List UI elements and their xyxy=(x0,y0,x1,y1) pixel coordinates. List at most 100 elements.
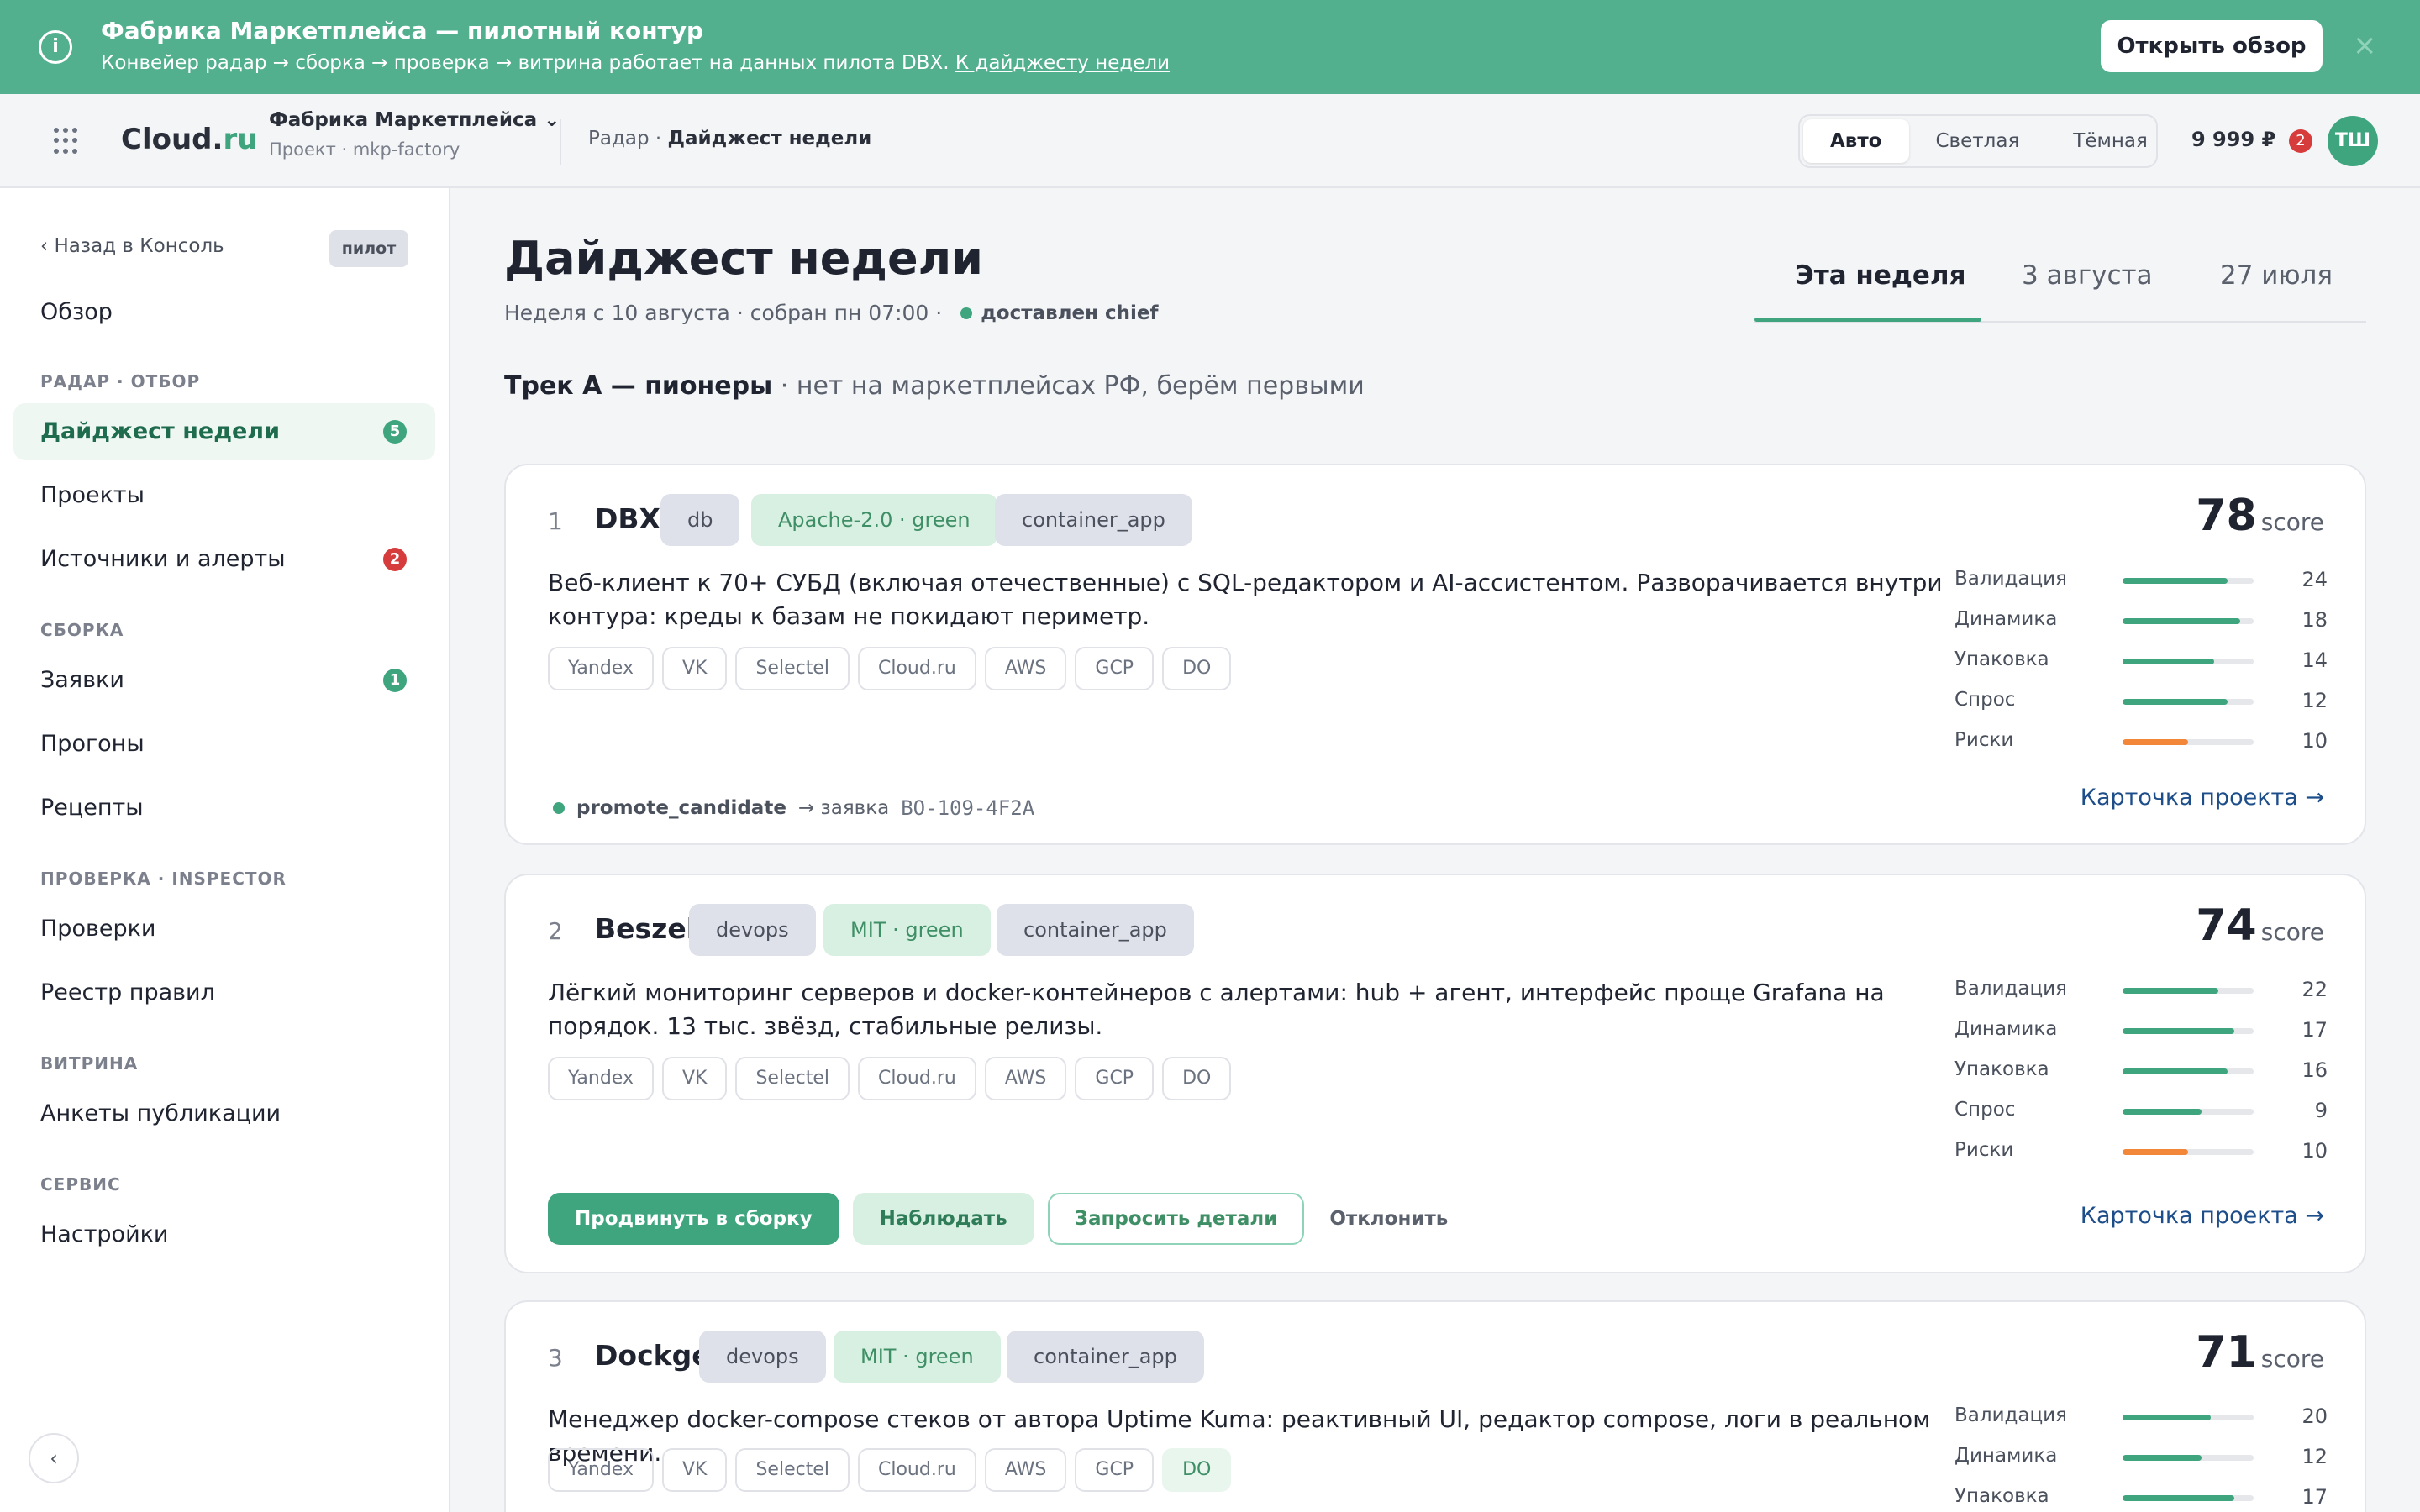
tab-aug-3[interactable]: 3 августа xyxy=(2022,260,2153,291)
banner-title: Фабрика Маркетплейса — пилотный контур xyxy=(101,17,704,45)
status-dot-icon xyxy=(960,307,973,319)
reject-button[interactable]: Отклонить xyxy=(1318,1193,1460,1245)
breadcrumb-current: Дайджест недели xyxy=(667,128,872,150)
project-card-link[interactable]: Карточка проекта → xyxy=(2081,1203,2324,1229)
tab-jul-27[interactable]: 27 июля xyxy=(2220,260,2333,291)
metric-bar-fill xyxy=(2123,1495,2234,1501)
watch-button[interactable]: Наблюдать xyxy=(852,1193,1034,1245)
score-label: score xyxy=(2260,1345,2324,1373)
active-tab-indicator xyxy=(1754,318,1981,322)
open-overview-button[interactable]: Открыть обзор xyxy=(2101,20,2323,72)
metric-bar-fill xyxy=(2123,1149,2188,1155)
score-metric: Упаковка 14 xyxy=(1954,643,2328,684)
apps-grid-icon[interactable] xyxy=(54,128,81,155)
score-breakdown: Валидация 22 Динамика 17 Упаковка 16 Спрос 9 Рис… xyxy=(1954,973,2328,1174)
metric-value: 17 xyxy=(2302,1018,2328,1042)
metric-bar-fill xyxy=(2123,739,2188,745)
tag-license: MIT · green xyxy=(834,1331,1001,1383)
metric-value: 10 xyxy=(2302,1139,2328,1163)
cloud-chip: Yandex xyxy=(548,1057,654,1100)
metric-bar xyxy=(2123,1495,2254,1501)
sidebar-item-settings[interactable]: Настройки xyxy=(13,1206,435,1263)
sidebar-item-label: Прогоны xyxy=(40,731,145,757)
sidebar-item-label: Заявки xyxy=(40,667,124,693)
sidebar-item-digest[interactable]: Дайджест недели 5 xyxy=(13,403,435,460)
pilot-badge: пилот xyxy=(329,230,408,267)
score-label: score xyxy=(2260,918,2324,946)
project-name[interactable]: DBX xyxy=(595,502,660,535)
sidebar-item-runs[interactable]: Прогоны xyxy=(13,716,435,773)
theme-dark[interactable]: Тёмная xyxy=(2046,119,2175,163)
sidebar-item-rules[interactable]: Реестр правил xyxy=(13,964,435,1021)
cloud-chip: VK xyxy=(661,1057,728,1100)
tag-license: MIT · green xyxy=(823,904,991,956)
section-build: СБОРКА xyxy=(40,620,124,640)
score-metric: Валидация 24 xyxy=(1954,563,2328,603)
sidebar-item-label: Дайджест недели xyxy=(40,418,281,444)
cloud-chip: GCP xyxy=(1075,1057,1155,1100)
project-name[interactable]: Dockge xyxy=(595,1339,711,1372)
pilot-banner: i Фабрика Маркетплейса — пилотный контур… xyxy=(0,0,2420,94)
sidebar-item-requests[interactable]: Заявки 1 xyxy=(13,652,435,709)
avatar[interactable]: ТШ xyxy=(2328,116,2378,166)
breadcrumb-parent[interactable]: Радар · xyxy=(588,128,668,150)
sidebar-item-forms[interactable]: Анкеты публикации xyxy=(13,1085,435,1142)
digest-link[interactable]: К дайджесту недели xyxy=(955,52,1170,74)
metric-bar xyxy=(2123,1455,2254,1461)
cloud-chip: Selectel xyxy=(735,647,850,690)
cloud-chip: Selectel xyxy=(735,1057,850,1100)
notification-badge[interactable]: 2 xyxy=(2289,129,2312,153)
close-icon[interactable]: × xyxy=(2353,29,2377,62)
metric-value: 14 xyxy=(2302,648,2328,672)
metric-bar-fill xyxy=(2123,659,2215,664)
score-breakdown: Валидация 24 Динамика 18 Упаковка 14 Спрос 12 Ри… xyxy=(1954,563,2328,764)
sidebar-item-projects[interactable]: Проекты xyxy=(13,467,435,524)
cloud-chip: GCP xyxy=(1075,1448,1155,1492)
score-metric: Риски 10 xyxy=(1954,724,2328,764)
sidebar-item-recipes[interactable]: Рецепты xyxy=(13,780,435,837)
section-check: ПРОВЕРКА · INSPECTOR xyxy=(40,869,287,889)
metric-value: 12 xyxy=(2302,689,2328,712)
status-arrow: → заявка xyxy=(797,797,890,819)
score-metric: Упаковка 17 xyxy=(1954,1480,2328,1512)
breadcrumb: Радар · Дайджест недели xyxy=(588,128,871,150)
request-id[interactable]: BO-109-4F2A xyxy=(901,796,1034,820)
tab-this-week[interactable]: Эта неделя xyxy=(1795,260,1966,291)
sidebar-item-checks[interactable]: Проверки xyxy=(13,900,435,958)
project-card-link[interactable]: Карточка проекта → xyxy=(2081,785,2324,811)
metric-name: Упаковка xyxy=(1954,1485,2049,1507)
project-score: 74 score xyxy=(2196,900,2324,951)
metric-bar xyxy=(2123,1109,2254,1115)
promote-to-build-button[interactable]: Продвинуть в сборку xyxy=(548,1193,839,1245)
score-metric: Динамика 17 xyxy=(1954,1013,2328,1053)
metric-bar xyxy=(2123,1149,2254,1155)
metric-name: Динамика xyxy=(1954,608,2058,630)
score-breakdown: Валидация 20 Динамика 12 Упаковка 17 xyxy=(1954,1399,2328,1512)
track-title: Трек А — пионеры xyxy=(504,371,773,401)
metric-bar-fill xyxy=(2123,1109,2202,1115)
sidebar-item-sources[interactable]: Источники и алерты 2 xyxy=(13,531,435,588)
metric-bar xyxy=(2123,739,2254,745)
sidebar-item-overview[interactable]: Обзор xyxy=(13,284,435,341)
metric-name: Валидация xyxy=(1954,1404,2067,1426)
tag-category: devops xyxy=(689,904,816,956)
theme-light[interactable]: Светлая xyxy=(1909,119,2047,163)
cloud-chip: AWS xyxy=(984,1448,1067,1492)
sources-count-badge: 2 xyxy=(383,548,407,571)
metric-name: Риски xyxy=(1954,729,2014,751)
metric-bar xyxy=(2123,1068,2254,1074)
theme-auto[interactable]: Авто xyxy=(1803,119,1909,163)
request-details-button[interactable]: Запросить детали xyxy=(1047,1193,1305,1245)
banner-subtitle-text: Конвейер радар → сборка → проверка → вит… xyxy=(101,52,950,74)
balance[interactable]: 9 999 ₽ xyxy=(2191,128,2275,151)
metric-name: Упаковка xyxy=(1954,648,2049,670)
metric-bar-fill xyxy=(2123,988,2218,994)
metric-bar-fill xyxy=(2123,1455,2202,1461)
digest-meta: Неделя с 10 августа · собран пн 07:00 · xyxy=(504,301,943,325)
project-switcher[interactable]: Фабрика Маркетплейса ⌄ Проект · mkp-fact… xyxy=(269,109,560,160)
collapse-sidebar-button[interactable]: ‹ xyxy=(29,1433,79,1483)
delivered-status: доставлен chief xyxy=(960,302,1159,324)
project-name[interactable]: Beszel xyxy=(595,912,696,945)
logo[interactable]: Cloud.ru xyxy=(121,123,257,156)
back-to-console-link[interactable]: ‹ Назад в Консоль xyxy=(40,235,224,257)
